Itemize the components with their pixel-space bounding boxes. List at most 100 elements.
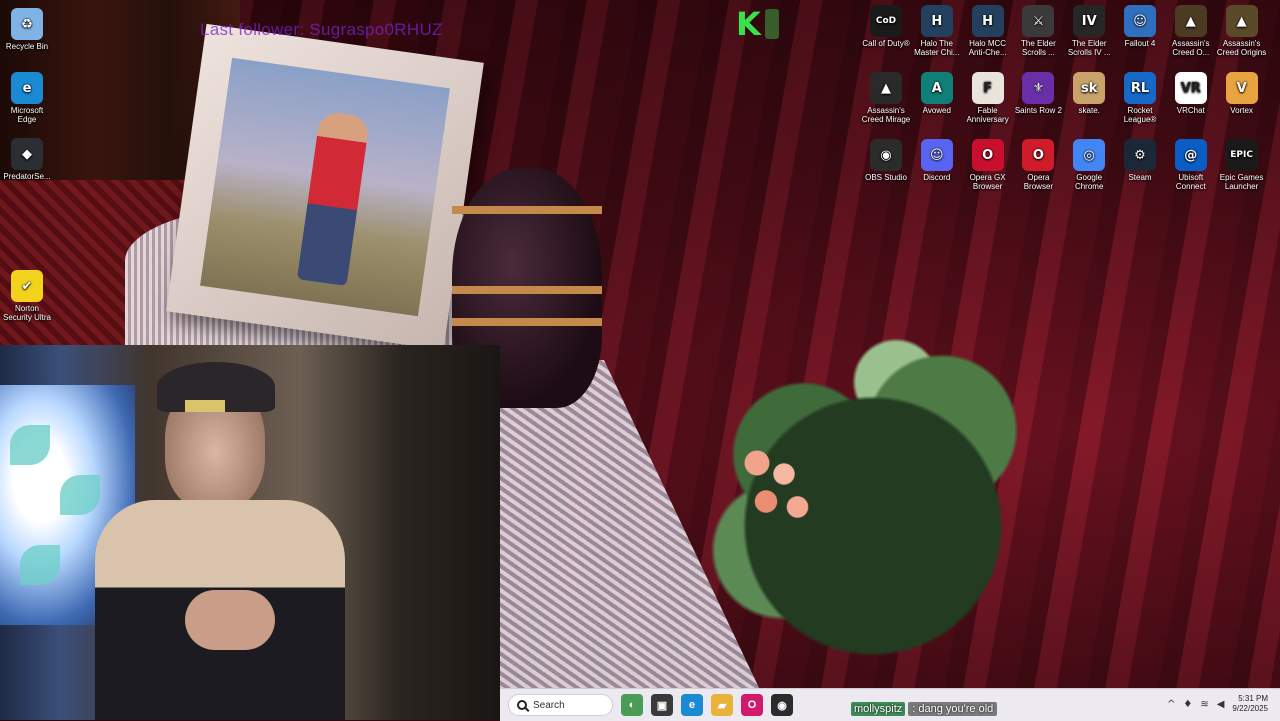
desktop-icon-halo-mcc-2[interactable]: H Halo MCC Anti-Che...	[963, 5, 1013, 57]
wallpaper-flowers	[730, 430, 820, 540]
desktop-icon-steam[interactable]: ⚙ Steam	[1115, 139, 1165, 182]
desktop-icon-label: The Elder Scrolls ...	[1021, 39, 1056, 57]
opera-gx-icon[interactable]: O	[741, 694, 763, 716]
edge-icon[interactable]: e	[681, 694, 703, 716]
desktop-icon-label: Halo MCC Anti-Che...	[968, 39, 1007, 57]
halo-icon: H	[920, 5, 953, 37]
desktop-icon-vrchat[interactable]: VR VRChat	[1166, 72, 1216, 115]
desktop-icon-label: Recycle Bin	[5, 42, 49, 51]
saints-row-icon: ⚜	[1022, 72, 1055, 104]
desktop-icon-opera-gx[interactable]: O Opera GX Browser	[963, 139, 1013, 191]
desktop-icon-label: Halo The Master Chi...	[914, 39, 960, 57]
desktop-icon-ubisoft[interactable]: @ Ubisoft Connect	[1166, 139, 1216, 191]
search-placeholder: Search	[533, 699, 565, 711]
rocket-league-icon: RL	[1124, 72, 1156, 104]
clock-date: 9/22/2025	[1232, 704, 1268, 713]
avowed-icon: A	[920, 72, 953, 104]
desktop-icon-discord[interactable]: ☺ Discord	[912, 139, 962, 182]
chat-username: mollyspitz	[851, 701, 906, 716]
desktop-icon-norton[interactable]: ✔ Norton Security Ultra	[2, 270, 52, 322]
desktop-icon-label: Assassin's Creed Mirage	[861, 106, 911, 124]
last-follower-overlay: Last follower: Sugraspo0RHUZ	[200, 20, 443, 39]
norton-icon: ✔	[11, 270, 43, 302]
desktop-icon-label: Norton Security Ultra	[2, 304, 51, 322]
desktop-icon-label: Epic Games Launcher	[1219, 173, 1264, 191]
task-view-icon[interactable]: ▣	[651, 694, 673, 716]
desktop-icon-label: Vortex	[1230, 106, 1253, 115]
desktop-icon-label: Assassin's Creed O...	[1172, 39, 1210, 57]
desktop-icon-chrome[interactable]: ◎ Google Chrome	[1064, 139, 1114, 191]
desktop-icon-label: Fable Anniversary	[966, 106, 1009, 124]
vrchat-icon: VR	[1174, 72, 1207, 104]
ubisoft-icon: @	[1174, 139, 1207, 171]
obs-icon[interactable]: ◉	[771, 694, 793, 716]
fallout-icon: ☺	[1124, 5, 1156, 37]
recycle-bin-icon: ♻	[11, 8, 43, 40]
desktop-icon-ac-odyssey[interactable]: ▲ Assassin's Creed O...	[1166, 5, 1216, 57]
desktop-icon-fable[interactable]: F Fable Anniversary	[963, 72, 1013, 124]
desktop-icon-halo-mcc-1[interactable]: H Halo The Master Chi...	[912, 5, 962, 57]
desktop-icon-opera[interactable]: O Opera Browser	[1013, 139, 1063, 191]
desktop-icon-label: The Elder Scrolls IV ...	[1067, 39, 1111, 57]
desktop-icon-epic[interactable]: EPIC Epic Games Launcher	[1217, 139, 1267, 191]
desktop-icon-label: Assassin's Creed Origins	[1216, 39, 1267, 57]
microphone-icon[interactable]: ♦	[1183, 699, 1192, 710]
wifi-icon[interactable]: ≋	[1200, 699, 1208, 710]
desktop-icon-avowed[interactable]: A Avowed	[912, 72, 962, 115]
desktop-icon-cod[interactable]: CoD Call of Duty®	[861, 5, 911, 48]
wallpaper-plant	[620, 190, 1080, 670]
desktop-icon-label: Saints Row 2	[1014, 106, 1062, 115]
webcam-leaf	[10, 425, 50, 465]
predator-sense-icon: ◆	[11, 138, 43, 170]
desktop-icon-saints-row[interactable]: ⚜ Saints Row 2	[1013, 72, 1063, 115]
desktop-icon-skyrim[interactable]: ⚔ The Elder Scrolls ...	[1013, 5, 1063, 57]
desktop-icon-label: PredatorSe...	[3, 172, 51, 181]
chat-message: : dang you're old	[908, 701, 998, 716]
clock-time: 5:31 PM	[1238, 694, 1268, 703]
urn-band	[452, 286, 602, 294]
kick-logo: K	[736, 5, 792, 43]
desktop-icon-oblivion[interactable]: IV The Elder Scrolls IV ...	[1064, 5, 1114, 57]
desktop-icon-obs[interactable]: ◉ OBS Studio	[861, 139, 911, 182]
elder-scrolls-icon: ⚔	[1022, 5, 1055, 37]
urn-band	[452, 318, 602, 326]
desktop-icon-label: Opera GX Browser	[969, 173, 1006, 191]
file-explorer-icon[interactable]: ▰	[711, 694, 733, 716]
desktop-icon-label: Steam	[1128, 173, 1152, 182]
vortex-icon: V	[1225, 72, 1258, 104]
desktop-icon-rocket-league[interactable]: RL Rocket League®	[1115, 72, 1165, 124]
urn-band	[452, 206, 602, 214]
desktop-icon-label: Fallout 4	[1124, 39, 1156, 48]
webcam-hand	[185, 590, 275, 650]
webcam-person	[95, 350, 345, 720]
assassins-creed-origins-icon: ▲	[1225, 5, 1258, 37]
tray-chevron-icon[interactable]: ^	[1167, 699, 1175, 710]
desktop-icon-fallout4[interactable]: ☺ Fallout 4	[1115, 5, 1165, 48]
system-tray: ^ ♦ ≋ ◀ 5:31 PM 9/22/2025	[1140, 688, 1280, 720]
taskbar-clock[interactable]: 5:31 PM 9/22/2025	[1232, 694, 1268, 714]
desktop-icon-label: Discord	[923, 173, 951, 182]
kick-k-icon: K	[736, 5, 761, 43]
webcam-leaf	[20, 545, 60, 585]
obs-icon: ◉	[870, 139, 902, 171]
steam-icon: ⚙	[1124, 139, 1156, 171]
desktop-icon-edge[interactable]: e Microsoft Edge	[2, 72, 52, 124]
opera-icon: O	[1022, 139, 1055, 171]
call-of-duty-icon: CoD	[870, 5, 902, 37]
desktop-icon-ac-mirage[interactable]: ▲ Assassin's Creed Mirage	[861, 72, 911, 124]
volume-icon[interactable]: ◀	[1217, 699, 1225, 710]
desktop-icon-label: Rocket League®	[1123, 106, 1157, 124]
desktop-icon-label: skate.	[1078, 106, 1100, 115]
desktop-icon-skate[interactable]: sk skate.	[1064, 72, 1114, 115]
assassins-creed-icon: ▲	[1174, 5, 1207, 37]
desktop-icon-vortex[interactable]: V Vortex	[1217, 72, 1267, 115]
edge-icon: e	[11, 72, 43, 104]
taskbar-search[interactable]: Search	[508, 694, 613, 716]
widgets-icon[interactable]: ◐	[621, 694, 643, 716]
desktop-icon-ac-origins[interactable]: ▲ Assassin's Creed Origins	[1217, 5, 1267, 57]
webcam-feed	[0, 345, 500, 720]
desktop-icon-recycle-bin[interactable]: ♻ Recycle Bin	[2, 8, 52, 51]
desktop-icon-predator[interactable]: ◆ PredatorSe...	[2, 138, 52, 181]
kick-bar-icon	[764, 9, 779, 39]
desktop-icon-label: Avowed	[922, 106, 951, 115]
